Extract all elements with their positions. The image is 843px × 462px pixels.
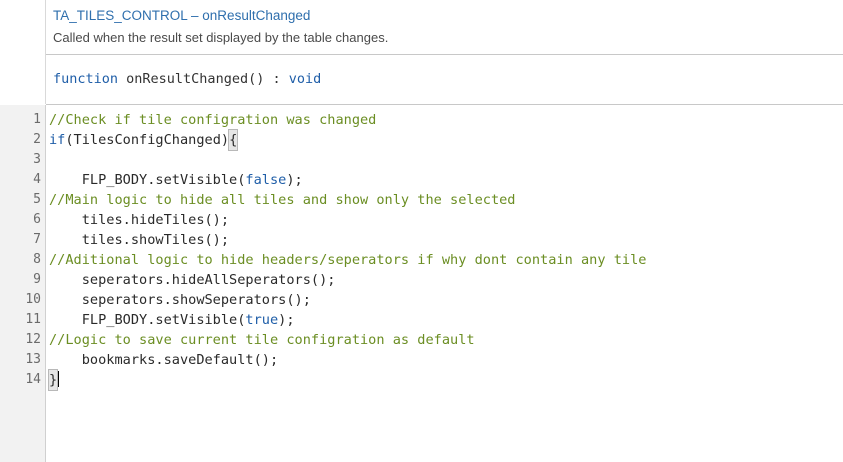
function-signature: function onResultChanged() : void bbox=[46, 55, 843, 105]
code-line-6[interactable]: tiles.hideTiles(); bbox=[49, 210, 229, 230]
left-margin bbox=[0, 0, 46, 104]
code-line-12[interactable]: //Logic to save current tile configratio… bbox=[49, 330, 475, 350]
line-number: 12 bbox=[25, 332, 41, 347]
line-number: 1 bbox=[33, 112, 41, 127]
code-line-10[interactable]: seperators.showSeperators(); bbox=[49, 290, 311, 310]
code-line-4[interactable]: FLP_BODY.setVisible(false); bbox=[49, 170, 303, 190]
return-type: void bbox=[288, 71, 322, 87]
code-line-8[interactable]: //Aditional logic to hide headers/sepera… bbox=[49, 250, 646, 270]
text-cursor bbox=[58, 371, 60, 387]
signature-line: function onResultChanged() : void bbox=[53, 71, 321, 87]
code-line-5[interactable]: //Main logic to hide all tiles and show … bbox=[49, 190, 516, 210]
line-number-gutter: 1 2 3 4 5 6 7 8 9 10 11 12 13 14 bbox=[0, 105, 46, 462]
script-header: TA_TILES_CONTROL – onResultChanged Calle… bbox=[46, 0, 843, 55]
line-number: 7 bbox=[33, 232, 41, 247]
code-line-11[interactable]: FLP_BODY.setVisible(true); bbox=[49, 310, 295, 330]
line-number: 13 bbox=[25, 352, 41, 367]
script-title: TA_TILES_CONTROL – onResultChanged bbox=[53, 8, 311, 23]
if-keyword: if bbox=[49, 132, 66, 148]
line-number: 8 bbox=[33, 252, 41, 267]
statement-end: ); bbox=[286, 172, 303, 188]
boolean-literal: false bbox=[245, 172, 287, 188]
code-line-7[interactable]: tiles.showTiles(); bbox=[49, 230, 229, 250]
code-line-14[interactable]: } bbox=[47, 369, 60, 391]
line-number: 6 bbox=[33, 212, 41, 227]
code-editor[interactable]: //Check if tile configration was changed… bbox=[46, 105, 843, 462]
open-brace: { bbox=[228, 129, 239, 151]
code-line-1[interactable]: //Check if tile configration was changed bbox=[49, 110, 376, 130]
line-number: 3 bbox=[33, 152, 41, 167]
script-description: Called when the result set displayed by … bbox=[53, 30, 389, 45]
function-name: onResultChanged() : bbox=[118, 71, 289, 87]
line-number: 11 bbox=[25, 312, 41, 327]
code-line-13[interactable]: bookmarks.saveDefault(); bbox=[49, 350, 278, 370]
line-number: 9 bbox=[33, 272, 41, 287]
code-line-2[interactable]: if(TilesConfigChanged){ bbox=[49, 129, 239, 151]
statement-text: FLP_BODY.setVisible( bbox=[49, 172, 246, 188]
line-number: 5 bbox=[33, 192, 41, 207]
statement-end: ); bbox=[278, 312, 295, 328]
line-number: 14 bbox=[25, 372, 41, 387]
line-number: 10 bbox=[25, 292, 41, 307]
boolean-literal: true bbox=[245, 312, 279, 328]
if-condition: (TilesConfigChanged) bbox=[65, 132, 230, 148]
function-keyword: function bbox=[53, 71, 119, 87]
close-brace: } bbox=[47, 369, 59, 391]
code-line-9[interactable]: seperators.hideAllSeperators(); bbox=[49, 270, 336, 290]
line-number: 4 bbox=[33, 172, 41, 187]
line-number: 2 bbox=[33, 132, 41, 147]
statement-text: FLP_BODY.setVisible( bbox=[49, 312, 246, 328]
